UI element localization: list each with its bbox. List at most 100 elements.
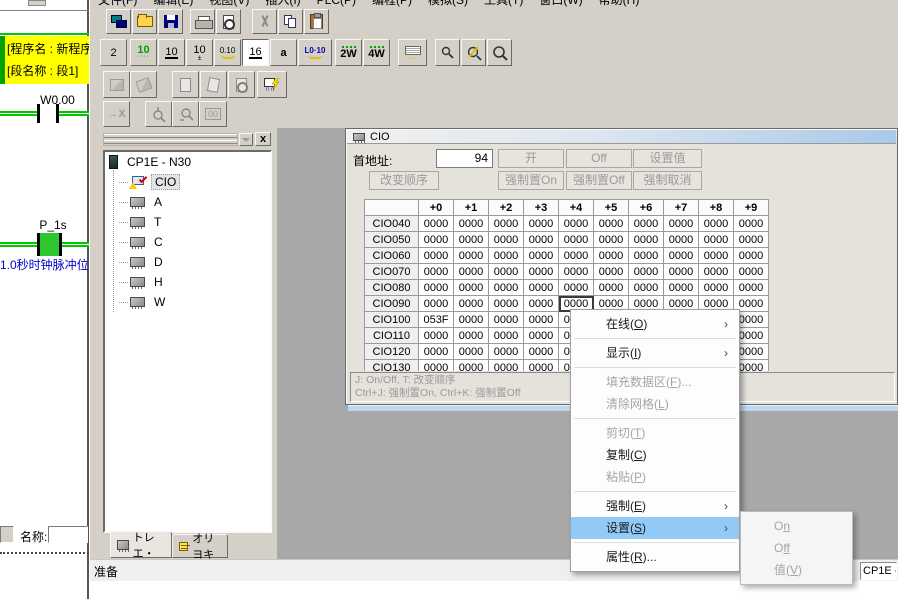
memory-cell[interactable]: 0000 <box>699 264 734 280</box>
memory-cell[interactable]: 0000 <box>489 280 524 296</box>
memory-cell[interactable]: 0000 <box>419 280 454 296</box>
hex-format-button[interactable]: 16 <box>242 39 269 66</box>
print-preview-button[interactable] <box>216 9 241 34</box>
cut-button[interactable] <box>252 9 277 34</box>
memory-cell[interactable]: 0000 <box>489 328 524 344</box>
memory-cell[interactable]: 0000 <box>734 280 769 296</box>
four-word-button[interactable]: 4W <box>363 39 390 66</box>
memory-cell[interactable]: 0000 <box>454 232 489 248</box>
memory-cell[interactable]: 0000 <box>559 264 594 280</box>
memory-cell[interactable]: 0000 <box>454 296 489 312</box>
memory-cell[interactable]: 0000 <box>454 360 489 372</box>
text-format-button[interactable]: a <box>270 39 297 66</box>
menu-item[interactable]: PLC(P) <box>317 0 356 7</box>
memory-cell[interactable]: 0000 <box>699 248 734 264</box>
tab-memory[interactable]: トレエ・ <box>110 531 172 558</box>
memory-cell[interactable]: 0000 <box>454 216 489 232</box>
memory-cell[interactable]: 0000 <box>559 280 594 296</box>
memory-cell[interactable]: 0000 <box>419 264 454 280</box>
memory-cell[interactable]: 0000 <box>664 232 699 248</box>
binary-format-button[interactable]: 2 <box>100 39 127 66</box>
signed-decimal-button[interactable]: 10± <box>186 39 213 66</box>
memory-cell[interactable]: 0000 <box>454 312 489 328</box>
memory-cell[interactable]: 0000 <box>594 264 629 280</box>
memory-cell[interactable]: 0000 <box>454 344 489 360</box>
menu-item[interactable]: 编辑(E) <box>153 0 193 7</box>
memory-cell[interactable]: 0000 <box>524 216 559 232</box>
memory-cell[interactable]: 0000 <box>524 344 559 360</box>
memory-cell[interactable]: 0000 <box>489 344 524 360</box>
find-next-button[interactable] <box>172 101 199 127</box>
find-back-button[interactable] <box>145 101 172 127</box>
memory-cell[interactable]: 0000 <box>489 264 524 280</box>
tree-item-d[interactable]: D <box>105 252 270 272</box>
memory-cell[interactable]: 0000 <box>559 248 594 264</box>
paste-button[interactable] <box>304 9 329 34</box>
transfer-button[interactable] <box>200 71 227 98</box>
memory-cell[interactable]: 0000 <box>419 248 454 264</box>
memory-cell[interactable]: 0000 <box>734 232 769 248</box>
context-submenu-item[interactable]: 值(V) <box>741 559 852 581</box>
memory-cell[interactable]: 0000 <box>419 216 454 232</box>
float-format-button[interactable]: 0.10 <box>214 39 241 66</box>
memory-cell[interactable]: 0000 <box>524 296 559 312</box>
memory-cell[interactable]: 0000 <box>594 280 629 296</box>
memory-cell[interactable]: 0000 <box>524 264 559 280</box>
memory-cell[interactable]: 0000 <box>734 264 769 280</box>
memory-cell[interactable]: 0000 <box>559 216 594 232</box>
tab-address[interactable]: オリヨキ <box>172 534 228 558</box>
selected-contact-symbol[interactable] <box>37 233 62 256</box>
memory-cell[interactable]: 0000 <box>454 264 489 280</box>
menu-item[interactable]: 窗口(W) <box>539 0 582 7</box>
memory-cell[interactable]: 0000 <box>664 264 699 280</box>
menu-item[interactable]: 插入(I) <box>265 0 300 7</box>
start-address-input[interactable]: 94 <box>436 149 493 168</box>
new-window-button[interactable] <box>106 9 131 34</box>
memory-cell[interactable]: 0000 <box>419 344 454 360</box>
context-menu-item[interactable]: 设置(S)› <box>571 517 739 539</box>
memory-cell[interactable]: 0000 <box>524 328 559 344</box>
off-button[interactable]: Off <box>566 149 632 168</box>
copy-area-button[interactable] <box>172 71 199 98</box>
context-menu-item[interactable]: 在线(O)› <box>571 313 739 335</box>
name-input[interactable] <box>48 526 88 543</box>
menu-item[interactable]: 模拟(S) <box>428 0 468 7</box>
memory-cell[interactable]: 0000 <box>419 328 454 344</box>
memory-cell[interactable]: 0000 <box>699 280 734 296</box>
memory-cell[interactable]: 0000 <box>594 216 629 232</box>
dropdown-button[interactable] <box>239 133 253 146</box>
tree-item-w[interactable]: W <box>105 292 270 312</box>
memory-cell[interactable]: 0000 <box>489 216 524 232</box>
memory-window-titlebar[interactable]: CIO <box>347 130 896 144</box>
memory-cell[interactable]: 0000 <box>734 216 769 232</box>
context-menu-item[interactable]: 填充数据区(F)... <box>571 371 739 393</box>
memory-cell[interactable]: 0000 <box>629 264 664 280</box>
memory-cell[interactable]: 0000 <box>699 216 734 232</box>
two-word-button[interactable]: 2W <box>335 39 362 66</box>
context-submenu-item[interactable]: Off <box>741 537 852 559</box>
memory-cell[interactable]: 0000 <box>664 248 699 264</box>
zoom-in-button[interactable] <box>487 39 512 66</box>
memory-cell[interactable]: 0000 <box>419 296 454 312</box>
memory-cell[interactable]: 0000 <box>524 312 559 328</box>
menu-item[interactable]: 视图(V) <box>209 0 249 7</box>
copy-button[interactable] <box>278 9 303 34</box>
memory-cell[interactable]: 0000 <box>454 280 489 296</box>
menu-item[interactable]: 工具(T) <box>484 0 523 7</box>
tree-item-c[interactable]: C <box>105 232 270 252</box>
memory-cell[interactable]: 0000 <box>419 360 454 372</box>
force-on-button[interactable]: 强制置On <box>498 171 564 190</box>
memory-cell[interactable]: 0000 <box>524 232 559 248</box>
memory-cell[interactable]: 0000 <box>489 248 524 264</box>
open-button[interactable] <box>132 9 157 34</box>
decimal-format-button[interactable]: 10 <box>158 39 185 66</box>
menu-item[interactable]: 文件(F) <box>98 0 137 7</box>
find-area-button[interactable] <box>228 71 255 98</box>
memory-cell[interactable]: 0000 <box>594 232 629 248</box>
memory-cell[interactable]: 0000 <box>489 296 524 312</box>
memory-cell[interactable]: 0000 <box>629 216 664 232</box>
memory-cell[interactable]: 0000 <box>559 232 594 248</box>
memory-cell[interactable]: 0000 <box>524 280 559 296</box>
fill-data-button[interactable] <box>103 71 130 98</box>
context-submenu-item[interactable]: On <box>741 515 852 537</box>
